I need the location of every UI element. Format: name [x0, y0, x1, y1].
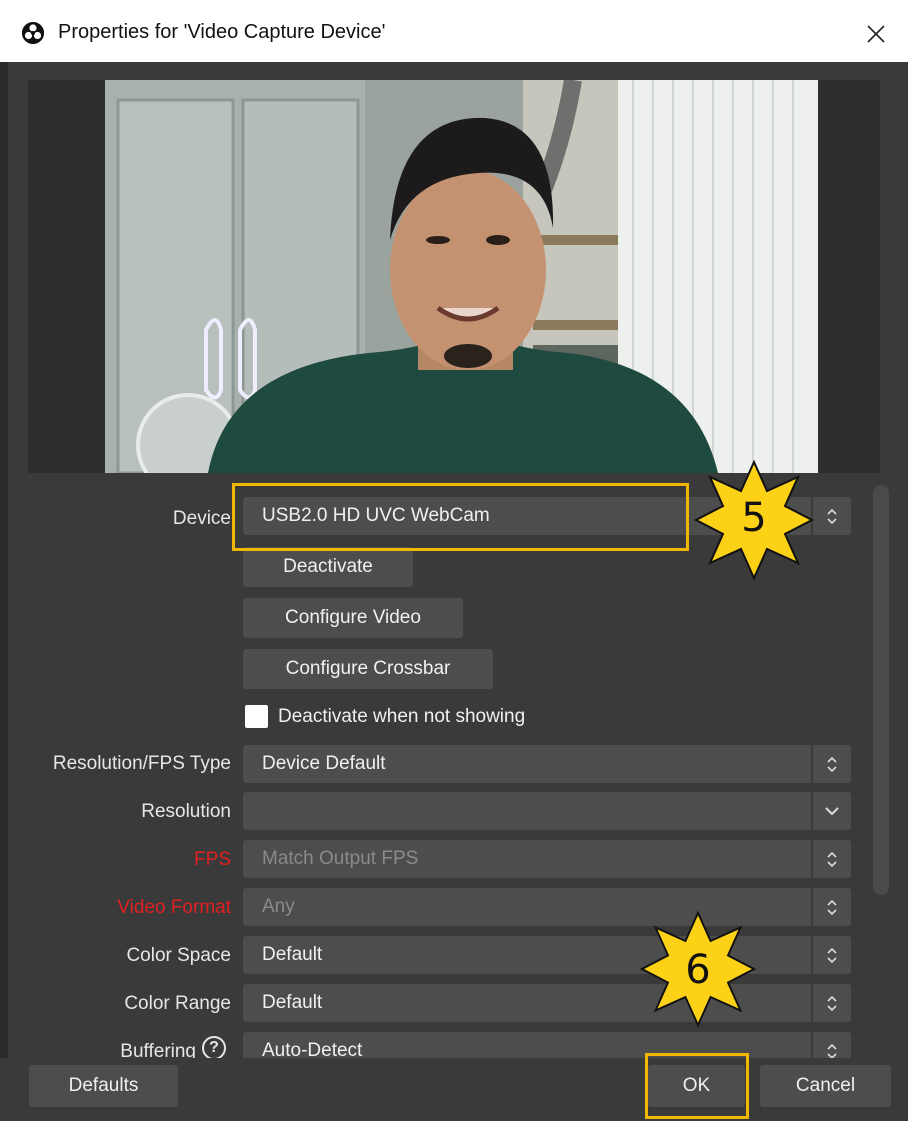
- color-space-combo[interactable]: Default: [243, 936, 851, 974]
- chevron-down-icon[interactable]: [811, 792, 851, 830]
- window-title: Properties for 'Video Capture Device': [58, 21, 386, 43]
- help-icon[interactable]: ?: [202, 1036, 226, 1060]
- scrollbar-thumb[interactable]: [873, 485, 889, 895]
- resolution-combo[interactable]: [243, 792, 851, 830]
- color-range-value: Default: [262, 992, 323, 1013]
- properties-dialog: Properties for 'Video Capture Device' De…: [0, 0, 908, 1121]
- color-range-label: Color Range: [124, 993, 231, 1014]
- spinner-icon[interactable]: [811, 984, 851, 1022]
- close-button[interactable]: [856, 14, 896, 54]
- color-space-value: Default: [262, 944, 323, 965]
- step-badge-5-number: 5: [741, 495, 767, 541]
- deactivate-when-not-showing-checkbox[interactable]: [245, 705, 268, 728]
- video-preview: [28, 80, 880, 473]
- spinner-icon[interactable]: [811, 840, 851, 878]
- title-bar: Properties for 'Video Capture Device': [0, 0, 908, 62]
- fps-combo[interactable]: Match Output FPS: [243, 840, 851, 878]
- ok-highlight-box: [645, 1053, 749, 1119]
- webcam-image: [105, 80, 818, 473]
- video-format-label: Video Format: [117, 897, 231, 918]
- device-label: Device: [172, 508, 231, 529]
- color-space-label: Color Space: [126, 945, 231, 966]
- device-highlight-box: [232, 483, 689, 551]
- obs-logo-icon: [22, 22, 44, 44]
- step-badge-6-number: 6: [685, 947, 711, 993]
- resolution-fps-type-value: Device Default: [262, 753, 386, 774]
- deactivate-button[interactable]: Deactivate: [243, 547, 413, 587]
- configure-crossbar-button[interactable]: Configure Crossbar: [243, 649, 493, 689]
- spinner-icon[interactable]: [811, 936, 851, 974]
- color-range-combo[interactable]: Default: [243, 984, 851, 1022]
- resolution-fps-type-combo[interactable]: Device Default: [243, 745, 851, 783]
- video-format-combo[interactable]: Any: [243, 888, 851, 926]
- resolution-label: Resolution: [141, 801, 231, 822]
- deactivate-when-not-showing-label: Deactivate when not showing: [278, 706, 526, 727]
- spinner-icon[interactable]: [811, 745, 851, 783]
- close-icon: [867, 25, 885, 43]
- window-border: [0, 62, 8, 1121]
- video-format-value: Any: [262, 896, 295, 917]
- fps-label: FPS: [194, 849, 231, 870]
- cancel-button[interactable]: Cancel: [760, 1065, 891, 1107]
- resolution-fps-type-label: Resolution/FPS Type: [52, 753, 231, 774]
- configure-video-button[interactable]: Configure Video: [243, 598, 463, 638]
- fps-value: Match Output FPS: [262, 848, 419, 869]
- defaults-button[interactable]: Defaults: [29, 1065, 178, 1107]
- spinner-icon[interactable]: [811, 888, 851, 926]
- spinner-icon[interactable]: [811, 497, 851, 535]
